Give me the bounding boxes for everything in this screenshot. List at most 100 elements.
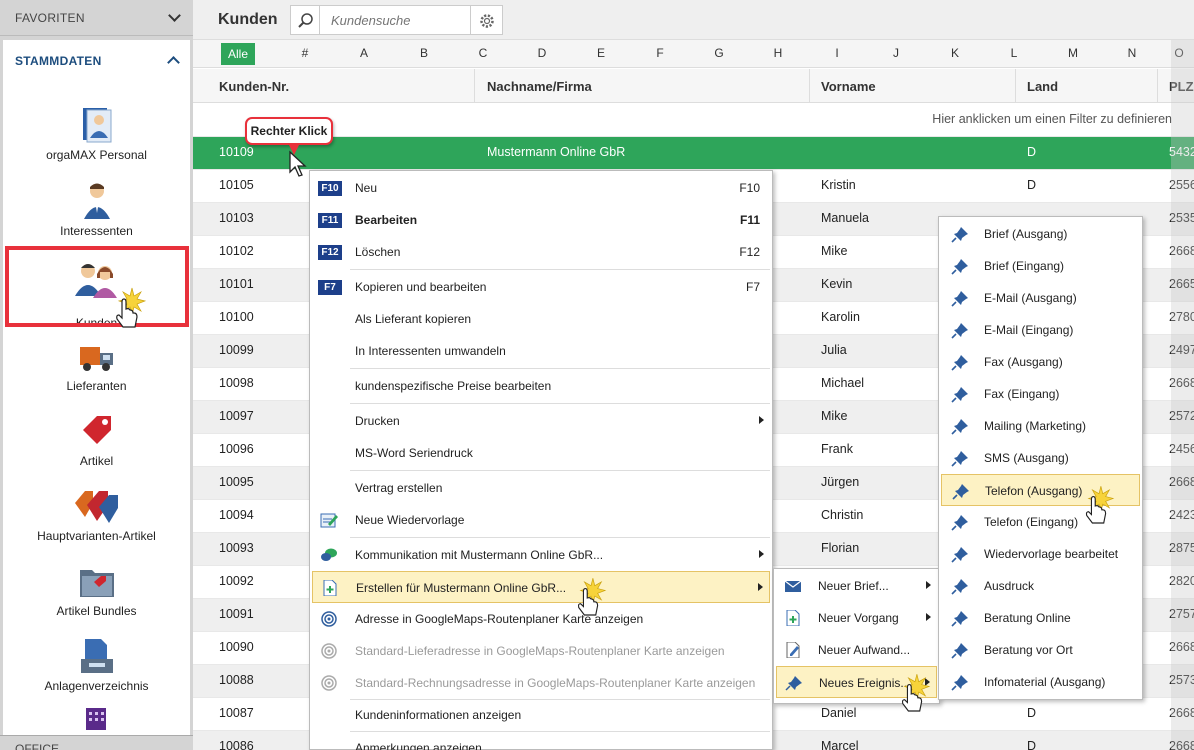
table-row[interactable]: 10109 Mustermann Online GbR D 5432: [193, 136, 1194, 169]
submenu-item-neuer-vorgang[interactable]: Neuer Vorgang: [776, 602, 937, 634]
sidebar-item-hauptvarianten[interactable]: Hauptvarianten-Artikel: [3, 487, 190, 553]
submenu-event-item[interactable]: Fax (Eingang): [941, 378, 1140, 410]
cell-name: Mustermann Online GbR: [487, 145, 626, 159]
click-cursor-icon: [116, 287, 147, 328]
submenu-event-item[interactable]: Brief (Ausgang): [941, 218, 1140, 250]
cell-vorname: Manuela: [821, 211, 869, 225]
submenu-event-item[interactable]: E-Mail (Eingang): [941, 314, 1140, 346]
submenu-event-item[interactable]: SMS (Ausgang): [941, 442, 1140, 474]
alphabet-filter-letter[interactable]: M: [1061, 46, 1085, 60]
menu-item-als-lieferant[interactable]: Als Lieferant kopieren: [312, 303, 770, 335]
menu-item-kundeninformationen[interactable]: Kundeninformationen anzeigen: [312, 699, 770, 731]
menu-item-kommunikation[interactable]: Kommunikation mit Mustermann Online GbR.…: [312, 539, 770, 571]
sidebar-item-bundles[interactable]: Artikel Bundles: [3, 562, 190, 628]
cell-vorname: Julia: [821, 343, 847, 357]
column-header-name[interactable]: Nachname/Firma: [487, 79, 592, 94]
column-header-kundennr[interactable]: Kunden-Nr.: [219, 79, 289, 94]
cell-nr: 10093: [219, 541, 254, 555]
menu-item-vertrag[interactable]: Vertrag erstellen: [312, 472, 770, 504]
submenu-item-neuer-aufwand[interactable]: Neuer Aufwand...: [776, 634, 937, 666]
cell-nr: 10102: [219, 244, 254, 258]
alphabet-filter-letter[interactable]: F: [648, 46, 672, 60]
submenu-event-item[interactable]: Beratung vor Ort: [941, 634, 1140, 666]
alphabet-filter-letter[interactable]: D: [530, 46, 554, 60]
alphabet-filter-letter[interactable]: C: [471, 46, 495, 60]
submenu-item-neuer-brief[interactable]: Neuer Brief...: [776, 570, 937, 602]
pushpin-icon: [951, 675, 968, 691]
menu-item-drucken[interactable]: Drucken: [312, 405, 770, 437]
column-header-land[interactable]: Land: [1027, 79, 1058, 94]
column-header-vorname[interactable]: Vorname: [821, 79, 876, 94]
menu-item-label: Kopieren und bearbeiten: [355, 280, 487, 294]
menu-item-seriendruck[interactable]: MS-Word Seriendruck: [312, 437, 770, 469]
menu-item-label: Als Lieferant kopieren: [355, 312, 472, 326]
alphabet-filter-letter[interactable]: J: [884, 46, 908, 60]
sidebar-item-interessenten[interactable]: Interessenten: [3, 182, 190, 248]
menu-item-label: Vertrag erstellen: [355, 481, 443, 495]
submenu-event-item[interactable]: Ausdruck: [941, 570, 1140, 602]
search-button[interactable]: [290, 5, 320, 35]
pushpin-icon: [951, 355, 968, 371]
submenu-event-item[interactable]: Mailing (Marketing): [941, 410, 1140, 442]
search-settings-button[interactable]: [471, 5, 503, 35]
menu-item-label: Fax (Eingang): [984, 387, 1060, 401]
f11-key-icon: F11: [318, 213, 342, 228]
multi-tag-icon: [75, 491, 118, 523]
alphabet-filter-letter[interactable]: N: [1120, 46, 1144, 60]
alphabet-filter-all[interactable]: Alle: [221, 43, 255, 65]
menu-item-label: In Interessenten umwandeln: [355, 344, 506, 358]
alphabet-filter-letter[interactable]: L: [1002, 46, 1026, 60]
sidebar-item-anlagen[interactable]: Anlagenverzeichnis: [3, 637, 190, 703]
menu-item-neu[interactable]: F10 Neu F10: [312, 172, 770, 204]
menu-separator: [350, 537, 770, 538]
favorites-section-header[interactable]: FAVORITEN: [0, 0, 193, 36]
submenu-event-item[interactable]: Beratung Online: [941, 602, 1140, 634]
submenu-event-item[interactable]: Infomaterial (Ausgang): [941, 666, 1140, 698]
pushpin-icon: [951, 323, 968, 339]
menu-item-loeschen[interactable]: F12 Löschen F12: [312, 236, 770, 268]
menu-separator: [350, 269, 770, 270]
submenu-event-item[interactable]: Brief (Eingang): [941, 250, 1140, 282]
search-input[interactable]: [320, 5, 471, 35]
delivery-truck-icon: [80, 347, 113, 371]
alphabet-filter-letter[interactable]: #: [293, 46, 317, 60]
sidebar-item-personal[interactable]: orgaMAX Personal: [3, 106, 190, 172]
menu-item-bearbeiten[interactable]: F11 Bearbeiten F11: [312, 204, 770, 236]
table-scrollbar[interactable]: [1171, 40, 1194, 750]
menu-item-interessenten[interactable]: In Interessenten umwandeln: [312, 335, 770, 367]
menu-item-rechnungsadresse: Standard-Rechnungsadresse in GoogleMaps-…: [312, 667, 770, 699]
menu-item-wiedervorlage[interactable]: Neue Wiedervorlage: [312, 504, 770, 536]
menu-item-label: E-Mail (Ausgang): [984, 291, 1077, 305]
alphabet-filter-letter[interactable]: I: [825, 46, 849, 60]
menu-item-kopieren[interactable]: F7 Kopieren und bearbeiten F7: [312, 271, 770, 303]
alphabet-filter-letter[interactable]: B: [412, 46, 436, 60]
f10-key-icon: F10: [318, 181, 342, 196]
chevron-up-icon[interactable]: [167, 56, 180, 69]
cell-land: D: [1027, 706, 1037, 720]
filter-row[interactable]: Hier anklicken um einen Filter zu defini…: [193, 103, 1194, 136]
alphabet-filter-letter[interactable]: K: [943, 46, 967, 60]
submenu-event-item[interactable]: Wiedervorlage bearbeitet: [941, 538, 1140, 570]
menu-item-anmerkungen[interactable]: Anmerkungen anzeigen: [312, 732, 770, 750]
submenu-event-item[interactable]: E-Mail (Ausgang): [941, 282, 1140, 314]
office-section-header[interactable]: OFFICE: [0, 735, 193, 750]
pushpin-icon: [951, 451, 968, 467]
menu-item-googlemaps[interactable]: Adresse in GoogleMaps-Routenplaner Karte…: [312, 603, 770, 635]
menu-item-label: kundenspezifische Preise bearbeiten: [355, 379, 552, 393]
menu-item-erstellen[interactable]: Erstellen für Mustermann Online GbR...: [312, 571, 770, 603]
chevron-down-icon[interactable]: [168, 9, 181, 22]
building-icon[interactable]: [83, 704, 109, 730]
personnel-file-icon: [83, 108, 112, 143]
cell-vorname: Kristin: [821, 178, 856, 192]
cell-vorname: Mike: [821, 409, 848, 423]
submenu-event-item[interactable]: Fax (Ausgang): [941, 346, 1140, 378]
menu-item-preise[interactable]: kundenspezifische Preise bearbeiten: [312, 370, 770, 402]
stammdaten-section-header[interactable]: STAMMDATEN: [3, 40, 190, 80]
alphabet-filter-letter[interactable]: A: [352, 46, 376, 60]
alphabet-filter-letter[interactable]: E: [589, 46, 613, 60]
envelope-icon: [784, 580, 802, 592]
sidebar-item-lieferanten[interactable]: Lieferanten: [3, 337, 190, 403]
sidebar-item-artikel[interactable]: Artikel: [3, 412, 190, 478]
alphabet-filter-letter[interactable]: G: [707, 46, 731, 60]
alphabet-filter-letter[interactable]: H: [766, 46, 790, 60]
